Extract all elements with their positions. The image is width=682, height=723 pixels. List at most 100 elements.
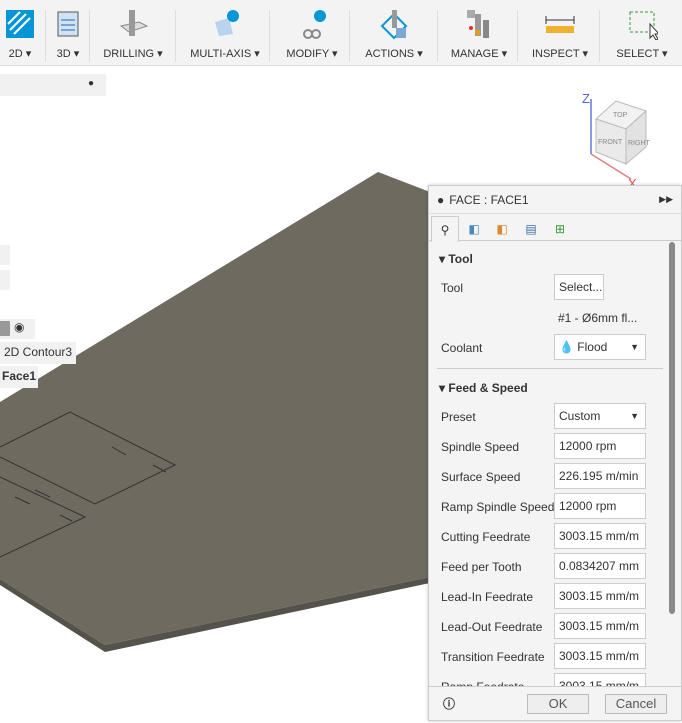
browser-item-label: 2D Contour3 [4,345,73,359]
tab-heights[interactable]: ◧ [488,216,516,241]
field-label: Surface Speed [441,470,521,484]
field-label: Preset [441,410,476,424]
toolbar-manage-group[interactable]: MANAGE ▾ [440,0,518,66]
field-label: Transition Feedrate [441,650,545,664]
toolbar-multi-axis-group[interactable]: MULTI-AXIS ▾ [178,0,272,66]
toolbar-label: MULTI-AXIS ▾ [190,48,260,60]
chevron-down-icon: ▼ [630,342,639,352]
2d-milling-icon [6,10,34,38]
tab-tool[interactable]: ⚲ [431,216,459,242]
toolbar-actions-group[interactable]: ACTIONS ▾ [352,0,436,66]
field-input[interactable]: 12000 rpm [554,433,646,459]
linking-icon: ⊞ [554,221,566,236]
field-input[interactable]: 3003.15 mm/m [554,523,646,549]
tool-select-button[interactable]: Select... [554,274,604,300]
coolant-dropdown[interactable]: 💧 Flood ▼ [554,334,646,360]
expand-icon[interactable]: ▶▶ [659,194,673,205]
toolbar-label: INSPECT ▾ [531,48,589,60]
divider [349,10,350,62]
field-label: Feed per Tooth [441,560,522,574]
z-axis-label: Z [582,91,590,106]
tab-linking[interactable]: ⊞ [546,216,574,241]
ok-button[interactable]: OK [527,694,589,714]
tool-library-icon [467,10,489,38]
toolbar-drilling-group[interactable]: DRILLING ▾ [92,0,174,66]
toolbar-label: ACTIONS ▾ [365,48,423,60]
field-input[interactable]: 226.195 m/min [554,463,646,489]
toolbar-select-group[interactable]: SELECT ▾ [602,0,682,66]
dialog-title: FACE : FACE1 [449,192,529,207]
scissors-icon [303,10,326,39]
actions-icon [380,10,408,40]
scrollbar[interactable] [669,242,675,614]
tab-passes[interactable]: ▤ [517,216,545,241]
3d-milling-icon [57,11,79,37]
browser-row: ◉ [0,319,35,339]
browser-bar: ● [0,74,106,96]
field-label: Lead-In Feedrate [441,590,534,604]
dialog-header: ● FACE : FACE1 ▶▶ [429,186,681,214]
front-face-label[interactable]: FRONT [598,139,623,146]
dialog-footer: ⓘ OK Cancel [429,686,681,720]
browser-item-2d-contour3[interactable]: 2D Contour3 [0,342,77,364]
coolant-label: Coolant [441,341,483,355]
toolbar-3d-group[interactable]: 3D ▾ [48,0,88,66]
toolbar-label: MANAGE ▾ [450,48,508,60]
toolbar-2d-group[interactable]: 2D ▾ [0,0,40,66]
toolbar-label: SELECT ▾ [616,48,668,60]
field-label: Spindle Speed [441,440,520,454]
field-value: 3003.15 mm/m [559,529,640,543]
toolbar-label: 3D ▾ [56,48,80,60]
tab-geometry[interactable]: ◧ [460,216,488,241]
divider [45,10,46,62]
face-dialog: ● FACE : FACE1 ▶▶ ⚲ ◧ ◧ ▤ ⊞ ▾ Tool Tool Se… [428,185,682,721]
info-icon[interactable]: ⓘ [443,695,455,712]
section-title: Tool [448,252,473,266]
toolbar-label: 2D ▾ [8,48,32,60]
tool-name: #1 - Ø6mm fl... [558,311,638,325]
field-input[interactable]: 3003.15 mm/m [554,583,646,609]
collapse-icon[interactable]: ● [437,193,444,207]
browser-row [0,270,10,290]
toolbar-inspect-group[interactable]: INSPECT ▾ [520,0,600,66]
heights-icon: ◧ [496,221,508,236]
field-value: 3003.15 mm/m [559,619,640,633]
collapse-icon[interactable]: ● [88,78,94,89]
coolant-value: Flood [577,340,608,354]
toolbar: 2D ▾ 3D ▾ DRILLING ▾ MULTI-AXIS ▾ MODIFY… [0,0,682,66]
browser-item-face1[interactable]: Face1 [0,366,39,388]
viewcube[interactable]: Z X TOP FRONT RIGHT [576,89,666,191]
field-input[interactable]: 0.0834207 mm [554,553,646,579]
radio-icon[interactable]: ◉ [14,320,24,334]
field-input[interactable]: 3003.15 mm/m [554,613,646,639]
toolbar-label: DRILLING ▾ [103,48,163,60]
divider [437,368,663,369]
stock-plate [0,172,430,645]
divider [599,10,600,62]
browser-row [0,245,10,265]
field-value: 226.195 m/min [559,469,639,483]
divider [89,10,90,62]
section-feed-speed-header[interactable]: ▾ Feed & Speed [439,381,528,395]
field-value: 3003.15 mm/m [559,649,640,663]
field-label: Ramp Spindle Speed [441,500,555,514]
field-input[interactable]: 12000 rpm [554,493,646,519]
browser-item-label: Face1 [2,369,37,383]
visibility-box[interactable] [0,321,10,336]
ruler-icon [545,16,575,33]
section-tool-header[interactable]: ▾ Tool [439,252,473,266]
tool-icon: ⚲ [440,222,450,237]
passes-icon: ▤ [525,221,537,236]
chevron-down-icon: ▼ [630,411,639,421]
cancel-button[interactable]: Cancel [605,694,667,714]
field-value: 12000 rpm [559,499,617,513]
top-face-label[interactable]: TOP [613,112,628,119]
water-drop-icon: 💧 [559,340,574,354]
toolbar-modify-group[interactable]: MODIFY ▾ [272,0,352,66]
field-input[interactable]: 3003.15 mm/m [554,643,646,669]
field-value: 3003.15 mm/m [559,589,640,603]
geometry-icon: ◧ [468,221,480,236]
right-face-label[interactable]: RIGHT [628,140,651,147]
field-input[interactable]: Custom ▼ [554,403,646,429]
field-value: 12000 rpm [559,439,617,453]
